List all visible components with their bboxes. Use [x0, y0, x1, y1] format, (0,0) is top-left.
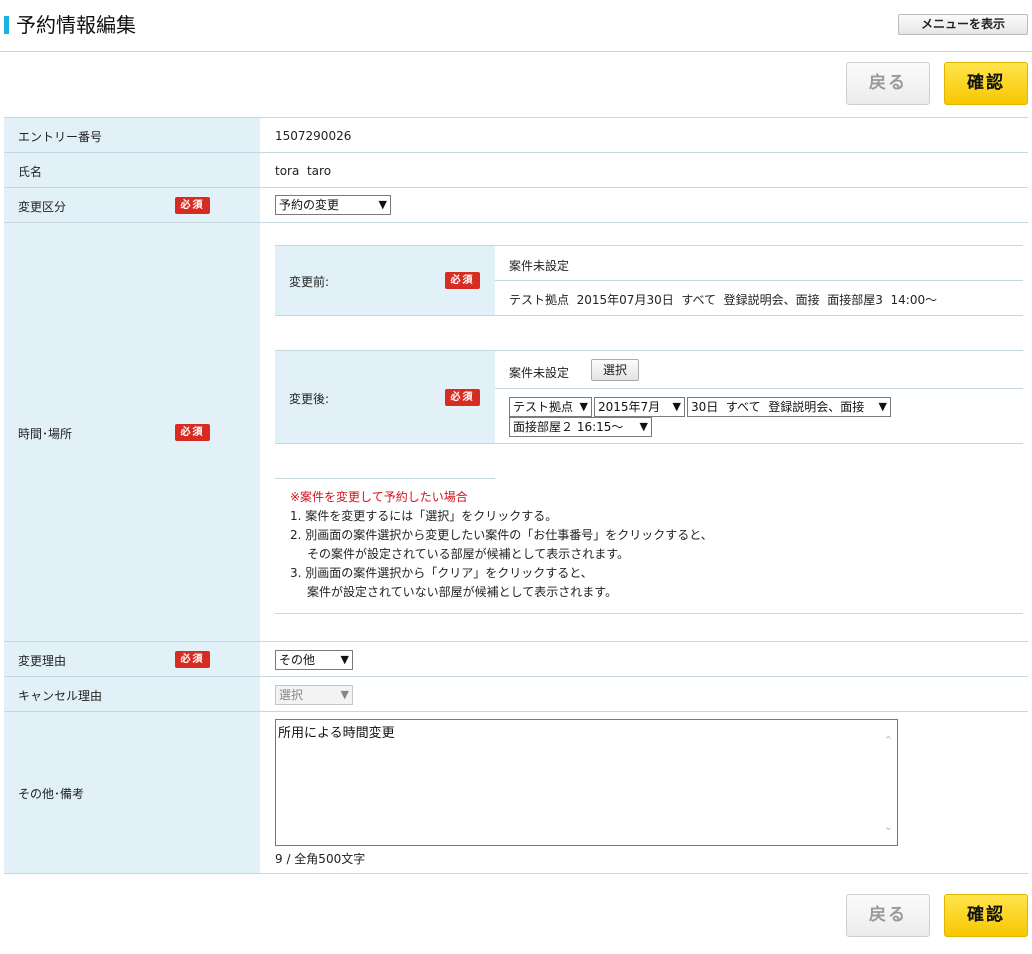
instruction-line: その案件が設定されている部屋が候補として表示されます。	[307, 547, 630, 561]
change-reason-label: 変更理由	[18, 654, 67, 668]
notes-top-border	[275, 478, 495, 479]
required-badge: 必須	[175, 197, 210, 214]
remarks-label-cell: その他･備考	[4, 712, 260, 874]
before-label-cell: 変更前: 必須	[275, 246, 495, 315]
after-status: 案件未設定	[509, 366, 570, 380]
instruction-line: 2. 別画面の案件選択から変更したい案件の「お仕事番号」をクリックすると、	[290, 528, 713, 542]
change-reason-selected: その他	[279, 653, 316, 667]
entry-number-label: エントリー番号	[18, 130, 103, 144]
instruction-line: 案件が設定されていない部屋が候補として表示されます。	[307, 585, 618, 599]
confirm-button-bottom[interactable]: 確認	[944, 894, 1028, 937]
location-selected: テスト拠点	[513, 400, 574, 414]
after-label: 変更後:	[289, 392, 330, 406]
time-place-label-cell: 時間･場所 必須	[4, 223, 260, 642]
required-badge: 必須	[175, 651, 210, 668]
change-type-value-cell: 予約の変更 ▼	[260, 188, 1028, 223]
room-select[interactable]: 面接部屋２ 16:15～ ▼	[509, 417, 652, 437]
back-button-top[interactable]: 戻る	[846, 62, 930, 105]
chevron-down-icon: ▼	[579, 400, 588, 413]
month-select[interactable]: 2015年7月 ▼	[594, 397, 685, 417]
chevron-down-icon: ▼	[340, 653, 349, 666]
chevron-down-icon: ▼	[340, 688, 349, 701]
cancel-reason-label-cell: キャンセル理由	[4, 677, 260, 712]
cancel-reason-selected: 選択	[279, 688, 304, 702]
change-reason-select[interactable]: その他 ▼	[275, 650, 353, 670]
room-selected: 面接部屋２ 16:15～	[513, 420, 624, 434]
show-menu-button[interactable]: メニューを表示	[898, 14, 1028, 35]
title-accent-bar	[4, 16, 9, 34]
name-value-cell: tora taro	[260, 153, 1028, 188]
instruction-line: 3. 別画面の案件選択から「クリア」をクリックすると、	[290, 566, 593, 580]
confirm-button-top[interactable]: 確認	[944, 62, 1028, 105]
entry-number-value-cell: 1507290026	[260, 118, 1028, 153]
page-header: 予約情報編集 メニューを表示	[0, 0, 1032, 52]
required-badge: 必須	[175, 424, 210, 441]
remarks-char-counter: 9 / 全角500文字	[275, 852, 366, 866]
cancel-reason-value-cell: 選択 ▼	[260, 677, 1028, 712]
name-label-cell: 氏名	[4, 153, 260, 188]
location-select[interactable]: テスト拠点 ▼	[509, 397, 592, 417]
change-instructions: ※案件を変更して予約したい場合 1. 案件を変更するには「選択」をクリックする。…	[290, 488, 713, 602]
change-type-label-cell: 変更区分 必須	[4, 188, 260, 223]
name-value: tora taro	[275, 164, 332, 178]
change-type-label: 変更区分	[18, 200, 67, 214]
instructions-heading: ※案件を変更して予約したい場合	[290, 490, 468, 504]
month-selected: 2015年7月	[598, 400, 661, 414]
after-divider	[495, 388, 1023, 389]
notes-bottom-border	[275, 613, 1023, 614]
page-title: 予約情報編集	[16, 13, 136, 37]
before-divider	[495, 280, 1023, 281]
scroll-up-icon[interactable]: ⌃	[884, 734, 893, 747]
cancel-reason-select: 選択 ▼	[275, 685, 353, 705]
required-badge: 必須	[445, 272, 480, 289]
change-reason-value-cell: その他 ▼	[260, 642, 1028, 677]
before-bottom-border	[275, 315, 1023, 316]
required-badge: 必須	[445, 389, 480, 406]
before-label: 変更前:	[289, 275, 330, 289]
before-detail: テスト拠点 2015年07月30日 すべて 登録説明会、面接 面接部屋3 14:…	[509, 293, 938, 307]
time-place-label: 時間･場所	[18, 427, 73, 441]
day-event-selected: 30日 すべて 登録説明会、面接	[691, 400, 865, 414]
change-type-selected: 予約の変更	[279, 198, 340, 212]
entry-number-value: 1507290026	[275, 129, 352, 143]
instruction-line: 1. 案件を変更するには「選択」をクリックする。	[290, 509, 558, 523]
select-case-button[interactable]: 選択	[591, 359, 639, 381]
chevron-down-icon: ▼	[378, 198, 387, 211]
chevron-down-icon: ▼	[639, 420, 648, 433]
after-bottom-border	[275, 443, 1023, 444]
before-status: 案件未設定	[509, 259, 570, 273]
chevron-down-icon: ▼	[878, 400, 887, 413]
remarks-textarea[interactable]: 所用による時間変更 ⌃ ⌄	[275, 719, 898, 846]
name-label: 氏名	[18, 165, 43, 179]
remarks-label: その他･備考	[18, 787, 85, 801]
cancel-reason-label: キャンセル理由	[18, 689, 103, 703]
entry-number-label-cell: エントリー番号	[4, 118, 260, 153]
back-button-bottom[interactable]: 戻る	[846, 894, 930, 937]
after-label-cell: 変更後: 必須	[275, 351, 495, 443]
day-event-select[interactable]: 30日 すべて 登録説明会、面接 ▼	[687, 397, 891, 417]
remarks-text: 所用による時間変更	[278, 726, 395, 741]
change-type-select[interactable]: 予約の変更 ▼	[275, 195, 391, 215]
change-reason-label-cell: 変更理由 必須	[4, 642, 260, 677]
chevron-down-icon: ▼	[672, 400, 681, 413]
scroll-down-icon[interactable]: ⌄	[884, 820, 893, 833]
